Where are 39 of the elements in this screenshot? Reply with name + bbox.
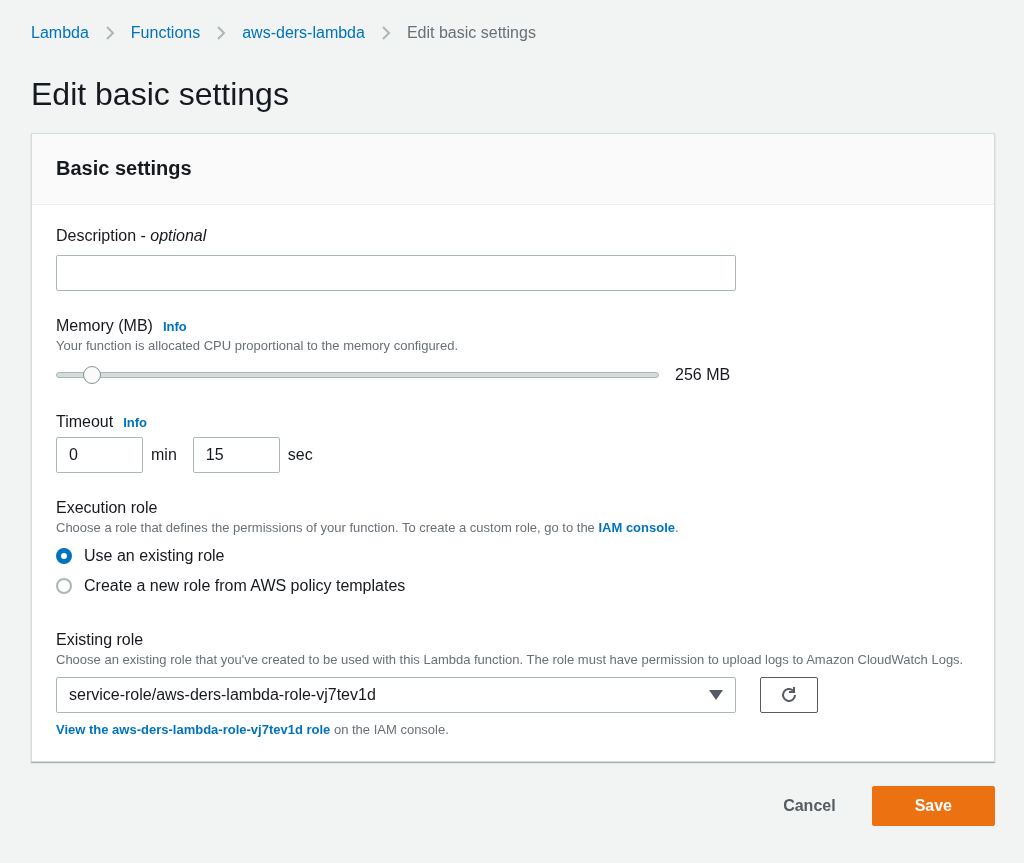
radio-button[interactable] (56, 578, 72, 595)
role-dropdown[interactable]: service-role/aws-ders-lambda-role-vj7tev1d (56, 677, 736, 714)
help-text: Your function is allocated CPU proportional to the memory configured. (56, 337, 460, 356)
field-label: Memory (MB) (56, 316, 153, 337)
chevron-icon (104, 25, 115, 41)
role-link[interactable]: View the aws-ders-lambda-role-vj7tev1d role (56, 722, 331, 738)
radio-button[interactable] (56, 548, 72, 565)
field-label: Description - optional (56, 226, 208, 247)
iam-console-link[interactable]: IAM console (598, 520, 676, 536)
radio-label: Create a new role from AWS policy templates (84, 576, 406, 597)
unit-label: min (151, 445, 177, 466)
save-button[interactable]: Save (871, 786, 995, 827)
field-label: Execution role (56, 498, 159, 519)
help-text: Choose a role that defines the permissions of your function. To create a custom role, go to the (56, 520, 596, 536)
info-link[interactable]: Info (123, 413, 148, 433)
slider-thumb[interactable] (82, 366, 101, 385)
memory-reading: 256 MB (675, 365, 731, 386)
chevron-icon (380, 25, 391, 41)
caret-icon (709, 690, 723, 701)
field-label: Existing role (56, 630, 145, 651)
description-field[interactable] (56, 255, 736, 292)
timeout-field[interactable]: 0 (56, 437, 143, 474)
help-text: on the IAM console. (332, 722, 449, 738)
chevron-icon (216, 25, 227, 41)
panel-title: Basic settings (56, 156, 193, 181)
breadcrumb-link[interactable]: Functions (130, 21, 201, 45)
field-label: Timeout (56, 412, 114, 433)
page-title: Edit basic settings (31, 75, 290, 114)
timeout-field[interactable]: 15 (192, 437, 280, 474)
breadcrumb-link[interactable]: aws-ders-lambda (242, 21, 365, 45)
breadcrumb-current: Edit basic settings (406, 23, 536, 43)
refresh-button[interactable] (760, 677, 818, 714)
unit-label: sec (287, 445, 313, 466)
info-link[interactable]: Info (162, 317, 187, 337)
radio-label: Use an existing role (84, 546, 225, 567)
help-text: . (675, 520, 679, 536)
cancel-button[interactable]: Cancel (763, 786, 856, 827)
help-text: Choose an existing role that you've created to be used with this Lambda function. The role must have permission to upload logs to Amazon CloudWatch Logs. (56, 651, 965, 670)
breadcrumb-link[interactable]: Lambda (31, 21, 89, 45)
